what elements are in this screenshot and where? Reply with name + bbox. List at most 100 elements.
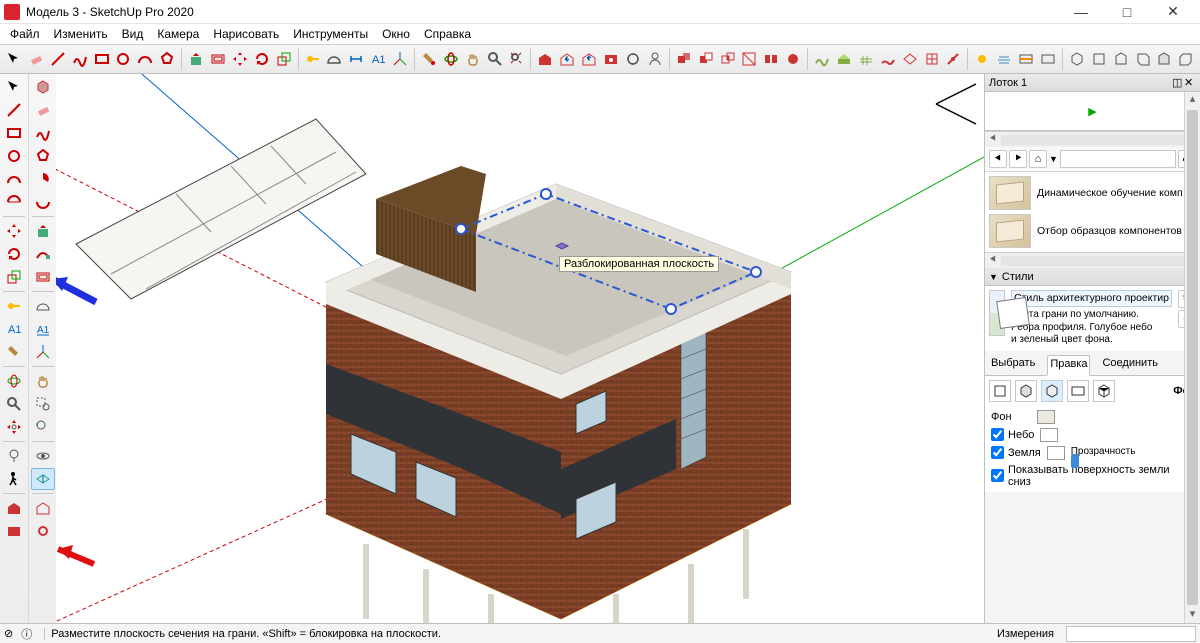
l2-wh2[interactable] [31, 497, 55, 519]
bg-settings[interactable] [1041, 380, 1063, 402]
l-tape[interactable] [2, 295, 26, 317]
polygon-tool[interactable] [157, 49, 177, 69]
l-move[interactable] [2, 220, 26, 242]
eraser-tool[interactable] [26, 49, 46, 69]
solid-union[interactable] [674, 49, 694, 69]
l2-pan[interactable] [31, 370, 55, 392]
menu-camera[interactable]: Камера [151, 27, 205, 41]
l2-look[interactable] [31, 445, 55, 467]
pin-icon[interactable]: ◫ [1172, 76, 1184, 89]
menu-view[interactable]: Вид [116, 27, 150, 41]
view-top[interactable] [1089, 49, 1109, 69]
offset-tool[interactable] [208, 49, 228, 69]
l2-offset[interactable] [31, 266, 55, 288]
scroll-up-icon[interactable]: ▴ [1185, 92, 1200, 108]
component-item[interactable]: Отбор образцов компонентов [989, 214, 1196, 248]
menu-edit[interactable]: Изменить [48, 27, 114, 41]
menu-help[interactable]: Справка [418, 27, 477, 41]
l-rotate[interactable] [2, 243, 26, 265]
l-arc2[interactable] [2, 191, 26, 213]
nav-search[interactable] [1060, 150, 1176, 168]
scroll-track[interactable] [1001, 256, 1184, 266]
l-arc[interactable] [2, 168, 26, 190]
modeling-settings[interactable] [1093, 380, 1115, 402]
l2-eraser[interactable] [31, 99, 55, 121]
view-left[interactable] [1176, 49, 1196, 69]
hscroll[interactable]: ⯇ ⯈ [985, 131, 1200, 147]
l-paint[interactable] [2, 341, 26, 363]
watermark-settings[interactable] [1067, 380, 1089, 402]
rectangle-tool[interactable] [92, 49, 112, 69]
tab-edit[interactable]: Правка [1047, 355, 1090, 376]
dl-model[interactable] [557, 49, 577, 69]
scale-tool[interactable] [274, 49, 294, 69]
protractor-tool[interactable] [324, 49, 344, 69]
l-walk[interactable] [2, 468, 26, 490]
ground-checkbox[interactable]: Земля [991, 446, 1041, 459]
tape-tool[interactable] [303, 49, 323, 69]
l-ext[interactable] [2, 520, 26, 542]
tab-mix[interactable]: Соединить [1100, 355, 1160, 375]
l2-arc3[interactable] [31, 191, 55, 213]
l-orbit[interactable] [2, 370, 26, 392]
hscroll-2[interactable]: ⯇ ⯈ [985, 252, 1200, 268]
circle-tool[interactable] [113, 49, 133, 69]
face-settings[interactable] [1015, 380, 1037, 402]
l2-poly[interactable] [31, 145, 55, 167]
tray-title[interactable]: Лоток 1 ◫ ✕ [985, 74, 1200, 92]
l2-section-plane[interactable] [31, 468, 55, 490]
measure-input[interactable] [1066, 626, 1196, 642]
l2-freehand[interactable] [31, 122, 55, 144]
pan-tool[interactable] [463, 49, 483, 69]
l-text[interactable]: A1 [2, 318, 26, 340]
scroll-thumb[interactable] [1187, 110, 1198, 605]
l2-prev[interactable] [31, 416, 55, 438]
sandbox-5[interactable] [900, 49, 920, 69]
l2-dim[interactable]: A1 [31, 318, 55, 340]
l-select[interactable] [2, 76, 26, 98]
move-tool[interactable] [230, 49, 250, 69]
orbit-tool[interactable] [441, 49, 461, 69]
paint-tool[interactable] [419, 49, 439, 69]
nav-home[interactable]: ⌂ [1029, 150, 1047, 168]
warehouse-tool[interactable] [535, 49, 555, 69]
l-wh[interactable] [2, 497, 26, 519]
style-thumb[interactable] [989, 290, 1005, 336]
sandbox-6[interactable] [922, 49, 942, 69]
component-item[interactable]: Динамическое обучение компоне… [989, 176, 1196, 210]
ground-swatch[interactable] [1047, 446, 1065, 460]
sky-swatch[interactable] [1040, 428, 1058, 442]
nav-fwd[interactable]: ⯈ [1009, 150, 1027, 168]
menu-draw[interactable]: Нарисовать [207, 27, 285, 41]
section-tool[interactable] [1016, 49, 1036, 69]
rotate-tool[interactable] [252, 49, 272, 69]
info-icon[interactable]: ⓘ [21, 626, 32, 642]
l-circle[interactable] [2, 145, 26, 167]
arc-tool[interactable] [135, 49, 155, 69]
view-iso[interactable] [1067, 49, 1087, 69]
freehand-tool[interactable] [70, 49, 90, 69]
sandbox-2[interactable] [834, 49, 854, 69]
minimize-button[interactable]: — [1058, 0, 1104, 24]
zoom-tool[interactable] [485, 49, 505, 69]
fog-tool[interactable] [994, 49, 1014, 69]
menu-file[interactable]: Файл [4, 27, 46, 41]
view-back[interactable] [1155, 49, 1175, 69]
solid-intersect[interactable] [718, 49, 738, 69]
styles-header[interactable]: ▼ Стили ✕ [985, 268, 1200, 286]
sky-checkbox[interactable]: Небо [991, 428, 1034, 441]
l2-pie[interactable] [31, 168, 55, 190]
ul-model[interactable] [579, 49, 599, 69]
scroll-left-icon[interactable]: ⯇ [985, 133, 1001, 146]
login-tool[interactable] [645, 49, 665, 69]
pushpull-tool[interactable] [186, 49, 206, 69]
l2-protractor[interactable] [31, 295, 55, 317]
ext-warehouse[interactable] [601, 49, 621, 69]
section-display[interactable] [1038, 49, 1058, 69]
bg-swatch[interactable] [1037, 410, 1055, 424]
nav-dropdown-icon[interactable]: ▼ [1049, 154, 1058, 164]
viewport[interactable]: Разблокированная плоскость [56, 74, 984, 623]
text-tool[interactable]: A1 [368, 49, 388, 69]
l-line[interactable] [2, 99, 26, 121]
l-zoomext[interactable] [2, 416, 26, 438]
